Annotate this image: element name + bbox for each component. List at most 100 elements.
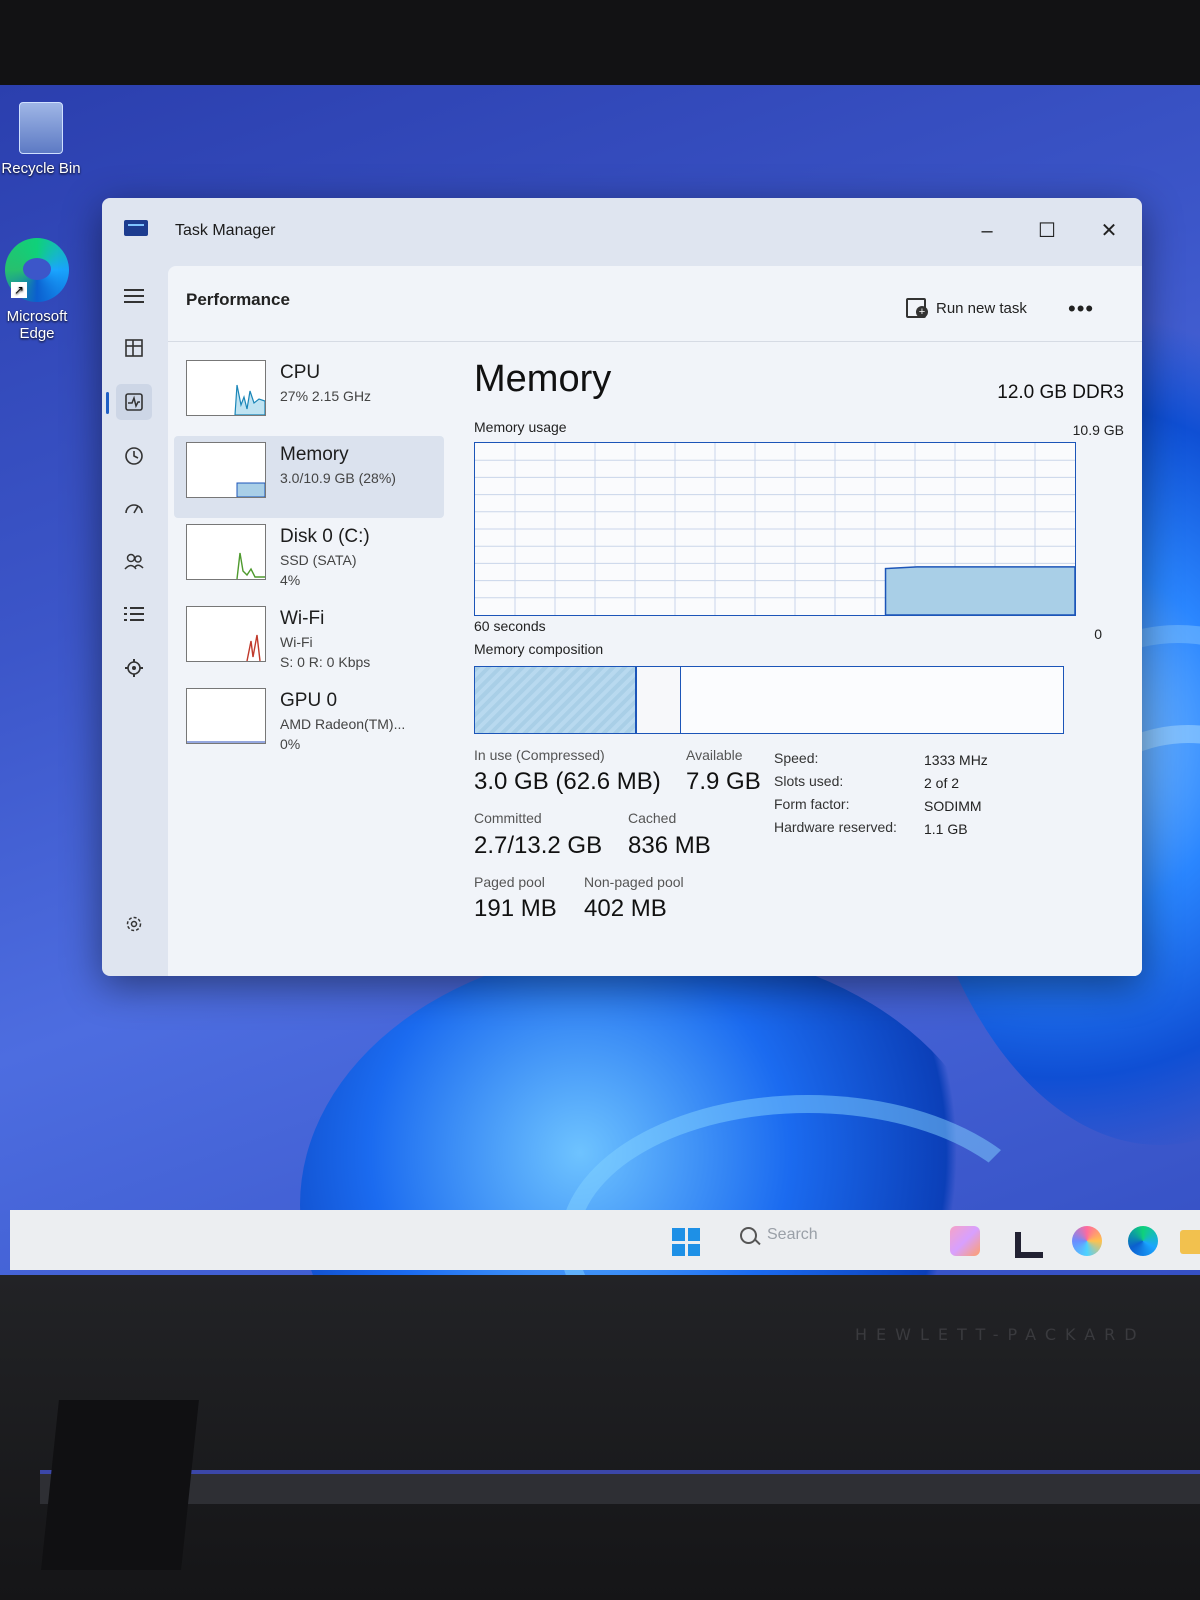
nav-app-history[interactable] bbox=[116, 438, 152, 474]
performance-icon bbox=[125, 393, 143, 411]
disk-thumbnail-graph bbox=[186, 524, 266, 580]
task-manager-window: Task Manager – ☐ ✕ Performance + Run new… bbox=[102, 198, 1142, 976]
composition-in-use bbox=[475, 667, 637, 733]
perf-item-name: CPU bbox=[280, 362, 321, 383]
window-title: Task Manager bbox=[175, 222, 276, 239]
memory-usage-area bbox=[884, 566, 1076, 616]
perf-item-detail: Wi-Fi bbox=[280, 634, 313, 650]
desktop-icon-recycle-bin[interactable]: Recycle Bin bbox=[0, 102, 86, 177]
composition-standby bbox=[680, 667, 1063, 733]
cached-label: Cached bbox=[628, 810, 677, 826]
memory-heading: Memory bbox=[474, 358, 612, 400]
screen-bezel bbox=[0, 0, 1200, 95]
taskbar-file-explorer-icon[interactable] bbox=[1180, 1230, 1200, 1254]
perf-item-name: Wi-Fi bbox=[280, 608, 325, 629]
in-use-label: In use (Compressed) bbox=[474, 747, 605, 763]
spec-label-slots: Slots used: bbox=[774, 773, 844, 789]
content-header: Performance Run new task ••• bbox=[168, 266, 1142, 342]
perf-item-disk[interactable]: Disk 0 (C:) SSD (SATA) 4% bbox=[174, 518, 444, 600]
title-bar[interactable]: Task Manager – ☐ ✕ bbox=[102, 198, 1142, 266]
nav-services[interactable] bbox=[116, 650, 152, 686]
committed-value: 2.7/13.2 GB bbox=[474, 832, 603, 859]
run-new-task-label: Run new task bbox=[936, 299, 1027, 317]
hamburger-menu-button[interactable] bbox=[116, 278, 152, 314]
perf-item-name: Memory bbox=[280, 444, 349, 465]
run-new-task-button[interactable]: Run new task bbox=[906, 298, 1027, 318]
paged-pool-value: 191 MB bbox=[474, 895, 557, 922]
memory-usage-graph bbox=[474, 442, 1076, 616]
paged-pool-label: Paged pool bbox=[474, 874, 545, 890]
spec-label-form-factor: Form factor: bbox=[774, 796, 850, 812]
task-manager-icon bbox=[124, 220, 148, 236]
nav-processes[interactable] bbox=[116, 330, 152, 366]
cpu-thumbnail-graph bbox=[186, 360, 266, 416]
memory-usage-label: Memory usage bbox=[474, 419, 567, 435]
windows-logo-icon bbox=[672, 1228, 685, 1241]
gpu-thumbnail-graph bbox=[186, 688, 266, 744]
memory-thumbnail-graph bbox=[186, 442, 266, 498]
graph-time-span: 60 seconds bbox=[474, 618, 546, 634]
content-pane: Performance Run new task ••• CPU 27% 2.1… bbox=[168, 266, 1142, 976]
nav-users[interactable] bbox=[116, 544, 152, 580]
perf-item-name: Disk 0 (C:) bbox=[280, 526, 370, 547]
gpu-sparkline bbox=[187, 741, 265, 743]
perf-item-detail: SSD (SATA) bbox=[280, 552, 357, 568]
run-task-icon bbox=[906, 298, 928, 318]
desktop-icon-label: Microsoft Edge bbox=[6, 308, 68, 342]
perf-item-wifi[interactable]: Wi-Fi Wi-Fi S: 0 R: 0 Kbps bbox=[174, 600, 444, 682]
perf-item-detail: 4% bbox=[280, 572, 301, 588]
non-paged-pool-value: 402 MB bbox=[584, 895, 667, 922]
taskbar-task-view-icon[interactable] bbox=[1015, 1232, 1043, 1258]
spec-value-form-factor: SODIMM bbox=[924, 798, 982, 814]
perf-item-memory[interactable]: Memory 3.0/10.9 GB (28%) bbox=[174, 436, 444, 518]
more-options-button[interactable]: ••• bbox=[1068, 296, 1094, 322]
perf-item-detail: 3.0/10.9 GB (28%) bbox=[280, 470, 396, 486]
history-icon bbox=[125, 447, 143, 465]
nav-performance[interactable] bbox=[116, 384, 152, 420]
laptop-brand: HEWLETT-PACKARD bbox=[855, 1325, 1146, 1344]
nav-settings[interactable] bbox=[116, 906, 152, 942]
cached-value: 836 MB bbox=[628, 832, 711, 859]
cpu-sparkline bbox=[234, 384, 266, 416]
nav-details[interactable] bbox=[116, 596, 152, 632]
perf-item-detail: AMD Radeon(TM)... bbox=[280, 716, 406, 732]
performance-list: CPU 27% 2.15 GHz Memory 3.0/10.9 GB (28%… bbox=[174, 354, 444, 764]
gear-icon bbox=[126, 916, 142, 932]
memory-composition-label: Memory composition bbox=[474, 641, 604, 657]
composition-modified bbox=[636, 667, 681, 733]
nav-startup-apps[interactable] bbox=[116, 490, 152, 526]
page-title: Performance bbox=[186, 290, 290, 309]
available-value: 7.9 GB bbox=[686, 768, 761, 795]
close-button[interactable]: ✕ bbox=[1089, 216, 1129, 246]
maximize-button[interactable]: ☐ bbox=[1027, 216, 1067, 246]
processes-icon bbox=[125, 339, 143, 357]
available-label: Available bbox=[686, 747, 743, 763]
taskbar-search[interactable]: Search bbox=[740, 1226, 818, 1244]
laptop-hinge bbox=[40, 1470, 1200, 1504]
minimize-button[interactable]: – bbox=[967, 216, 1007, 246]
perf-item-gpu[interactable]: GPU 0 AMD Radeon(TM)... 0% bbox=[174, 682, 444, 764]
spec-value-hardware-reserved: 1.1 GB bbox=[924, 821, 968, 837]
spec-label-hardware-reserved: Hardware reserved: bbox=[774, 819, 897, 835]
taskbar: Search bbox=[10, 1210, 1200, 1270]
start-button[interactable] bbox=[672, 1228, 700, 1256]
taskbar-widgets-icon[interactable] bbox=[950, 1226, 980, 1256]
memory-composition-bar bbox=[474, 666, 1064, 734]
perf-item-cpu[interactable]: CPU 27% 2.15 GHz bbox=[174, 354, 444, 436]
memory-sparkline bbox=[236, 482, 266, 498]
nav-rail bbox=[102, 266, 164, 976]
wifi-sparkline bbox=[246, 634, 261, 662]
taskbar-edge-icon[interactable] bbox=[1128, 1226, 1158, 1256]
disk-sparkline bbox=[236, 552, 265, 580]
perf-item-detail: S: 0 R: 0 Kbps bbox=[280, 654, 371, 670]
desktop-icon-label: Recycle Bin bbox=[1, 160, 81, 177]
perf-item-detail: 0% bbox=[280, 736, 301, 752]
spec-value-speed: 1333 MHz bbox=[924, 752, 988, 768]
desktop-icon-edge[interactable]: ↗ Microsoft Edge bbox=[0, 238, 82, 342]
committed-label: Committed bbox=[474, 810, 542, 826]
memory-usage-max: 10.9 GB bbox=[1072, 422, 1124, 438]
laptop-foot bbox=[41, 1400, 199, 1570]
spec-label-speed: Speed: bbox=[774, 750, 819, 766]
perf-item-name: GPU 0 bbox=[280, 690, 338, 711]
taskbar-copilot-icon[interactable] bbox=[1072, 1226, 1102, 1256]
